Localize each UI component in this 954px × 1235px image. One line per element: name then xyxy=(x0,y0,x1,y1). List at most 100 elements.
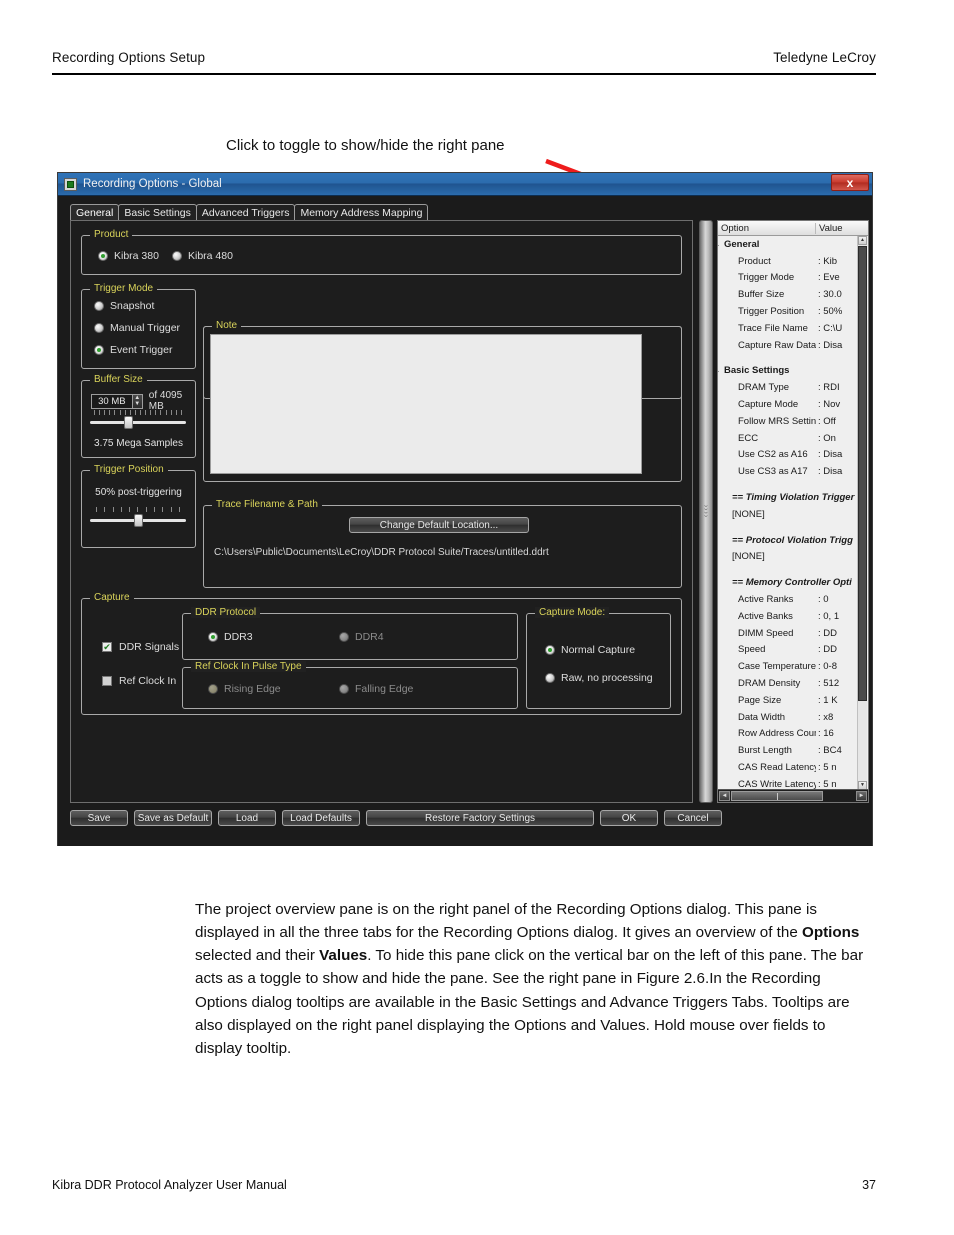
dialog-title: Recording Options - Global xyxy=(83,178,222,190)
trigger-position-slider[interactable] xyxy=(90,514,186,527)
overview-row[interactable]: Case Temperature: 0-8 xyxy=(718,658,868,675)
ddr-protocol-option-ddr3[interactable]: DDR3 xyxy=(208,631,253,643)
overview-vertical-scrollbar[interactable]: ▲ ▼ xyxy=(857,236,867,790)
save-as-default-button[interactable]: Save as Default xyxy=(134,810,212,826)
overview-row[interactable]: Row Address Count: 16 xyxy=(718,726,868,743)
buffer-size-input[interactable]: 30 MB xyxy=(91,393,133,409)
overview-row[interactable]: DRAM Density: 512 xyxy=(718,675,868,692)
slider-thumb[interactable] xyxy=(124,416,133,429)
overview-row[interactable]: CAS Read Latency: 5 n xyxy=(718,759,868,776)
trigger-mode-option-snapshot[interactable]: Snapshot xyxy=(94,300,154,312)
overview-option-label: == Timing Violation Trigger xyxy=(732,492,855,504)
hscroll-track[interactable] xyxy=(731,791,855,801)
radio-icon xyxy=(98,251,108,261)
product-group: Product Kibra 380 Kibra 480 xyxy=(81,229,682,275)
header-left-text: Recording Options Setup xyxy=(52,50,206,65)
overview-option-label: Speed xyxy=(738,644,766,656)
overview-horizontal-scrollbar[interactable]: ◄ ► xyxy=(718,789,868,802)
trigger-mode-option-label: Snapshot xyxy=(110,300,155,312)
load-defaults-button[interactable]: Load Defaults xyxy=(282,810,360,826)
overview-row[interactable]: Capture Raw Data: Disa xyxy=(718,337,868,354)
para-bold-values: Values xyxy=(319,947,368,965)
ref-clock-option-falling-edge[interactable]: Falling Edge xyxy=(339,683,413,695)
overview-row[interactable]: General xyxy=(718,236,868,253)
overview-row[interactable]: Page Size: 1 K xyxy=(718,692,868,709)
overview-row[interactable]: Product: Kib xyxy=(718,253,868,270)
scroll-up-icon[interactable]: ▲ xyxy=(858,236,867,245)
save-button[interactable]: Save xyxy=(70,810,128,826)
capture-check-ddr-signals[interactable]: ✔ DDR Signals xyxy=(102,641,179,653)
product-option-kibra-380[interactable]: Kibra 380 xyxy=(98,250,159,262)
para-part-2: selected and their xyxy=(195,947,320,965)
load-button[interactable]: Load xyxy=(218,810,276,826)
trigger-mode-option-manual-trigger[interactable]: Manual Trigger xyxy=(94,322,180,334)
overview-option-label: General xyxy=(718,239,816,250)
overview-option-label: Page Size xyxy=(738,694,782,706)
overview-row[interactable]: Use CS3 as A17: Disa xyxy=(718,463,868,480)
trigger-mode-option-event-trigger[interactable]: Event Trigger xyxy=(94,344,172,356)
product-option-kibra-480[interactable]: Kibra 480 xyxy=(172,250,233,262)
buffer-size-slider[interactable] xyxy=(90,416,186,429)
overview-row[interactable]: Data Width: x8 xyxy=(718,709,868,726)
overview-row[interactable]: DIMM Speed: DD xyxy=(718,625,868,642)
overview-row[interactable]: Follow MRS Settings: Off xyxy=(718,413,868,430)
radio-icon xyxy=(94,301,104,311)
para-bold-options: Options xyxy=(802,924,860,942)
overview-row[interactable]: == Protocol Violation Trigg xyxy=(718,532,868,549)
slider-thumb[interactable] xyxy=(134,514,143,527)
overview-row[interactable]: == Memory Controller Opti xyxy=(718,574,868,591)
trigger-position-group: Trigger Position 50% post-triggering xyxy=(81,464,196,548)
overview-row[interactable]: Buffer Size: 30.0 xyxy=(718,286,868,303)
overview-row[interactable]: Active Ranks: 0 xyxy=(718,591,868,608)
page-footer: Kibra DDR Protocol Analyzer User Manual … xyxy=(52,1178,876,1192)
capture-mode-option-raw[interactable]: Raw, no processing xyxy=(545,672,653,684)
trace-path-label: C:\Users\Public\Documents\LeCroy\DDR Pro… xyxy=(214,547,549,558)
overview-row[interactable]: [NONE] xyxy=(718,549,868,566)
restore-factory-settings-button[interactable]: Restore Factory Settings xyxy=(366,810,594,826)
ddr-protocol-option-ddr4[interactable]: DDR4 xyxy=(339,631,384,643)
scrollbar-thumb[interactable] xyxy=(731,791,823,801)
overview-row[interactable]: == Timing Violation Trigger xyxy=(718,489,868,506)
overview-row[interactable]: [NONE] xyxy=(718,506,868,523)
radio-icon xyxy=(208,632,218,642)
capture-mode-option-normal-capture[interactable]: Normal Capture xyxy=(545,644,635,656)
overview-row[interactable]: DRAM Type: RDI xyxy=(718,379,868,396)
product-group-caption: Product xyxy=(90,229,133,240)
scroll-left-icon[interactable]: ◄ xyxy=(719,791,730,801)
overview-option-label: Use CS3 as A17 xyxy=(738,466,808,478)
overview-row[interactable]: Trigger Position: 50% xyxy=(718,303,868,320)
scroll-right-icon[interactable]: ► xyxy=(856,791,867,801)
overview-option-label: Case Temperature xyxy=(738,661,816,673)
overview-option-label: Buffer Size xyxy=(738,289,785,301)
overview-row[interactable]: Capture Mode: Nov xyxy=(718,396,868,413)
scrollbar-thumb[interactable] xyxy=(858,246,867,701)
dialog-titlebar[interactable]: Recording Options - Global x xyxy=(58,173,872,196)
header-divider xyxy=(52,73,876,75)
ok-button[interactable]: OK xyxy=(600,810,658,826)
buffer-size-stepper[interactable]: ▲ ▼ xyxy=(132,393,143,409)
ref-clock-option-rising-edge[interactable]: Rising Edge xyxy=(208,683,281,695)
overview-row[interactable]: Active Banks: 0, 1 xyxy=(718,608,868,625)
buffer-size-ticks xyxy=(94,410,182,417)
buffer-size-group: Buffer Size 30 MB ▲ ▼ of 4095 MB 3.75 Meg… xyxy=(81,374,196,458)
ddr-protocol-option-label: DDR4 xyxy=(355,631,384,643)
capture-check-ref-clock-in[interactable]: ✔ Ref Clock In xyxy=(102,675,176,687)
capture-mode-caption: Capture Mode: xyxy=(535,607,610,618)
overview-row[interactable]: Speed: DD xyxy=(718,642,868,659)
overview-option-label: Active Banks xyxy=(738,610,793,622)
para-part-1: The project overview pane is on the righ… xyxy=(195,901,817,942)
cancel-button[interactable]: Cancel xyxy=(664,810,722,826)
overview-row[interactable]: Basic Settings xyxy=(718,363,868,380)
close-icon[interactable]: x xyxy=(831,174,869,191)
change-default-location-button[interactable]: Change Default Location... xyxy=(349,517,529,533)
overview-row[interactable]: Trace File Name: C:\U xyxy=(718,320,868,337)
overview-option-label: Capture Mode xyxy=(738,399,799,411)
pane-toggle-splitter[interactable]: ›››› xyxy=(699,220,713,803)
overview-row[interactable]: Burst Length: BC4 xyxy=(718,742,868,759)
dialog-body: General Basic Settings Advanced Triggers… xyxy=(58,196,872,846)
overview-row[interactable]: ECC: On xyxy=(718,430,868,447)
overview-rows: GeneralProduct: KibTrigger Mode: EveBuff… xyxy=(718,236,868,802)
capture-caption: Capture xyxy=(90,592,134,603)
overview-row[interactable]: Use CS2 as A16: Disa xyxy=(718,447,868,464)
overview-row[interactable]: Trigger Mode: Eve xyxy=(718,270,868,287)
